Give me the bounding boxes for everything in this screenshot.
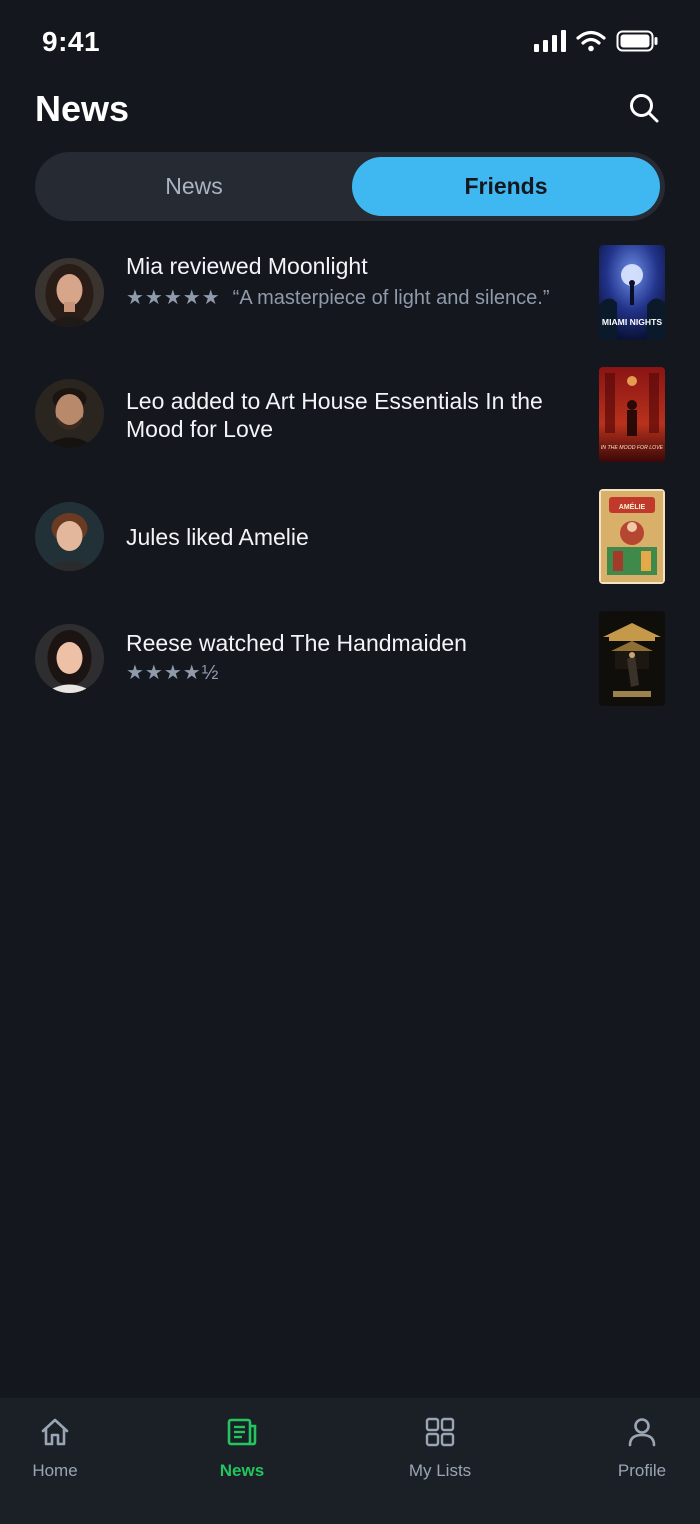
nav-label-profile: Profile [617,1461,667,1480]
nav-home[interactable]: Home [0,1416,115,1481]
feed-text: Jules liked Amelie [126,523,556,551]
feed-text: Mia reviewed Moonlight ★★★★★ “A masterpie… [126,252,556,310]
feed-tabs: News Friends [35,152,665,221]
nav-label-home: Home [32,1461,78,1480]
bottom-nav: Home News My Lists Profile [0,1398,700,1524]
tab-news[interactable]: News [40,157,348,216]
feed-item[interactable]: Reese watched The Handmaiden ★★★★½ [0,611,700,711]
feed-item[interactable]: Mia reviewed Moonlight ★★★★★ “A masterpie… [0,245,700,345]
search-button[interactable] [624,90,664,130]
feed-title: Mia reviewed Moonlight [126,253,368,279]
review-text: “A masterpiece of light and silence.” [232,287,550,309]
movie-poster[interactable] [599,611,665,706]
poster-title: AMÉLIE [619,502,646,511]
screen: 9:41 News News Friends Mia reviewed Moon… [0,0,700,1524]
movie-poster[interactable]: IN THE MOOD FOR LOVE [599,367,665,462]
profile-icon [626,1416,658,1453]
feed-title: Reese watched The Handmaiden [126,630,467,656]
feed-item[interactable]: Leo added to Art House Essentials In the… [0,367,700,467]
battery-icon [616,30,658,57]
movie-poster[interactable]: MIAMI NIGHTS [599,245,665,340]
avatar[interactable] [35,502,104,571]
tab-friends[interactable]: Friends [352,157,660,216]
status-bar: 9:41 [0,0,700,86]
news-icon [226,1416,258,1453]
status-time: 9:41 [42,26,101,57]
nav-label-news: News [219,1461,265,1480]
feed-item[interactable]: Jules liked Amelie AMÉLIE [0,489,700,589]
poster-title: MIAMI NIGHTS [602,317,662,327]
wifi-icon [576,30,606,57]
avatar[interactable] [35,379,104,448]
poster-title: IN THE MOOD FOR LOVE [601,445,664,451]
feed-title: Jules liked Amelie [126,524,309,550]
nav-profile[interactable]: Profile [582,1416,700,1481]
page-title: News [35,88,130,129]
nav-news[interactable]: News [182,1416,302,1481]
search-icon [628,92,660,129]
grid-icon [424,1416,456,1453]
movie-poster[interactable]: AMÉLIE [599,489,665,584]
feed-rating: ★★★★½ [126,661,556,685]
nav-label-my-lists: My Lists [408,1461,472,1480]
rating-stars: ★★★★★ [126,287,221,309]
home-icon [39,1416,71,1453]
avatar[interactable] [35,258,104,327]
status-icons [534,30,658,57]
feed-title: Leo added to Art House Essentials In the… [126,388,543,442]
feed-text: Leo added to Art House Essentials In the… [126,387,556,443]
avatar[interactable] [35,624,104,693]
signal-icon [534,30,566,57]
feed-review: ★★★★★ “A masterpiece of light and silence… [126,286,556,310]
feed-text: Reese watched The Handmaiden ★★★★½ [126,629,556,685]
rating-stars: ★★★★½ [126,662,220,684]
nav-my-lists[interactable]: My Lists [380,1416,500,1481]
